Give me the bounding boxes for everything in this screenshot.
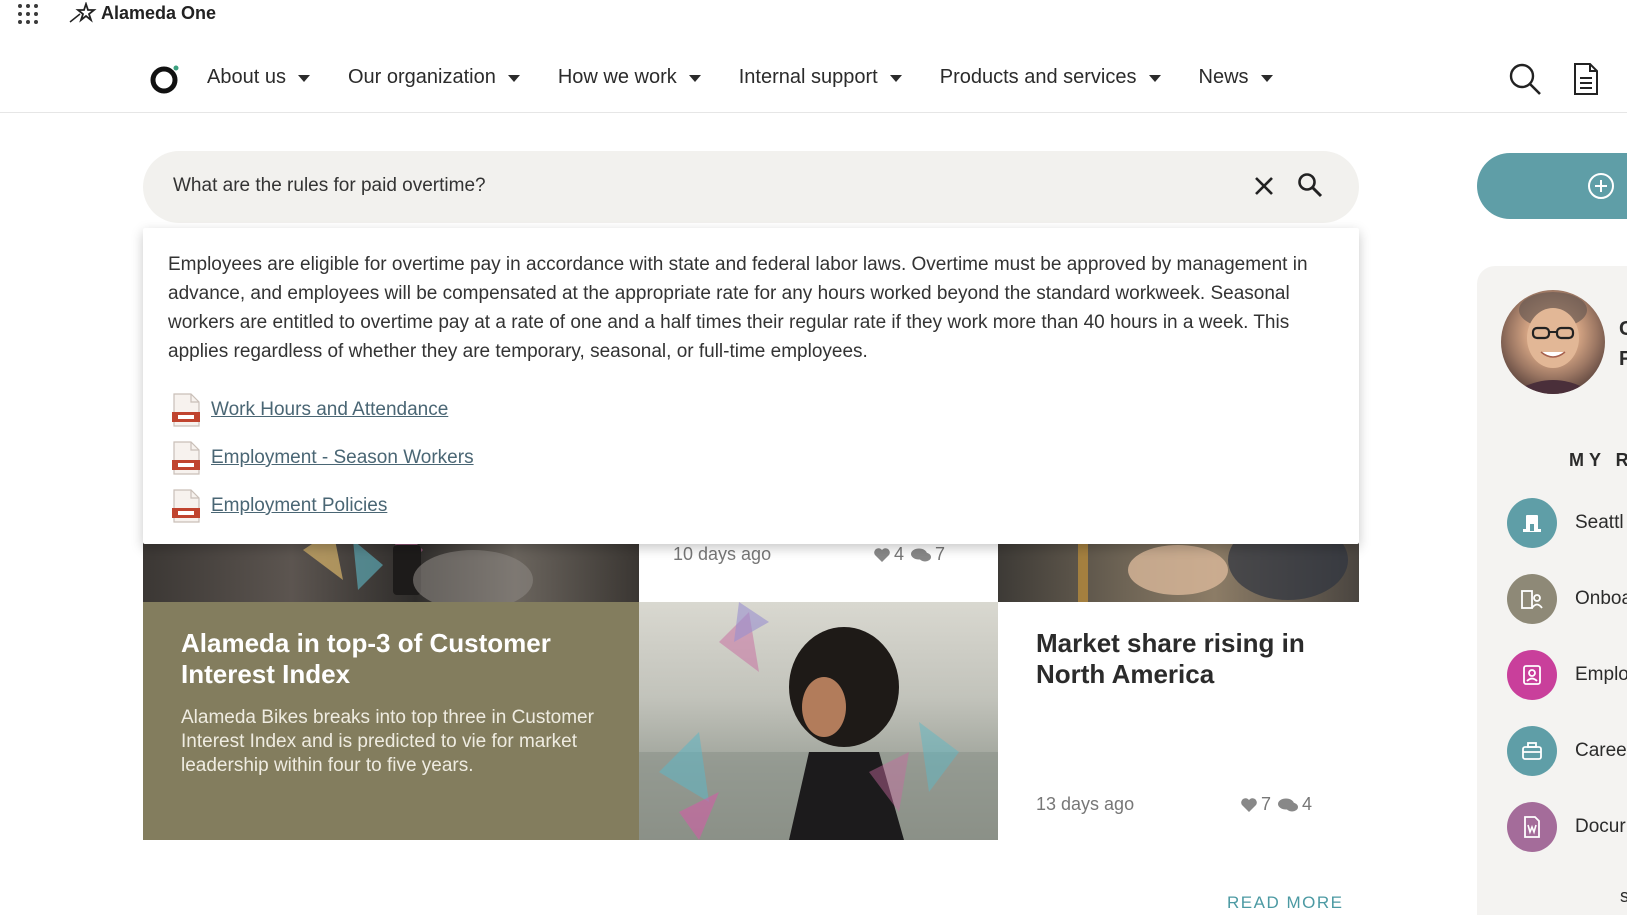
nav-news[interactable]: News — [1199, 66, 1273, 89]
like-count: 7 — [1261, 794, 1272, 814]
close-icon[interactable] — [1251, 173, 1277, 199]
news-image-woman[interactable] — [639, 602, 998, 840]
profile-name-line2: F — [1619, 348, 1627, 370]
nav-about-us[interactable]: About us — [207, 66, 310, 89]
answer-sources: Work Hours and Attendance Employment - S… — [171, 386, 474, 530]
nav-label: Products and services — [939, 66, 1137, 88]
comment-count: 7 — [935, 544, 946, 564]
caret-down-icon — [1148, 75, 1161, 82]
search-submit-icon[interactable] — [1296, 171, 1324, 199]
nav-label: Our organization — [347, 66, 496, 88]
avatar[interactable] — [1501, 290, 1605, 394]
my-resources-heading: MY R — [1569, 450, 1627, 470]
heart-icon[interactable] — [873, 547, 891, 563]
plus-circle-icon — [1588, 173, 1614, 199]
quick-link-label: Caree — [1575, 740, 1627, 761]
source-item[interactable]: Employment Policies — [171, 482, 474, 530]
search-bar[interactable]: What are the rules for paid overtime? — [143, 151, 1359, 223]
pdf-document-icon — [172, 489, 200, 523]
news-stats: 7 4 — [1234, 794, 1312, 815]
read-more-link[interactable]: READ MORE — [1227, 893, 1343, 913]
source-link-employment-policies[interactable]: Employment Policies — [211, 495, 387, 517]
nav-label: Internal support — [738, 66, 878, 88]
like-count: 4 — [894, 544, 905, 564]
news-card-summary: Alameda Bikes breaks into top three in C… — [181, 707, 594, 776]
quick-link-label: Seattl — [1575, 512, 1624, 533]
source-item[interactable]: Work Hours and Attendance — [171, 386, 474, 434]
main-navigation: About us Our organization How we work In… — [0, 50, 1627, 113]
office-people-icon — [1507, 574, 1557, 624]
app-launcher-icon[interactable] — [18, 4, 38, 24]
news-card-market-share[interactable]: Market share rising in North America 13 … — [998, 602, 1359, 840]
nav-products-and-services[interactable]: Products and services — [940, 66, 1161, 89]
brand-name: Alameda One — [101, 2, 217, 23]
quick-link-employee[interactable]: Emplo — [1507, 650, 1627, 700]
quick-link-more-fragment: s — [1620, 886, 1627, 906]
nav-how-we-work[interactable]: How we work — [558, 66, 701, 89]
source-link-season-workers[interactable]: Employment - Season Workers — [211, 447, 474, 469]
nav-label: News — [1198, 66, 1249, 88]
source-link-work-hours[interactable]: Work Hours and Attendance — [211, 399, 448, 421]
search-answer-panel: Employees are eligible for overtime pay … — [143, 228, 1359, 544]
building-icon — [1507, 498, 1557, 548]
caret-down-icon — [297, 75, 310, 82]
document-icon[interactable] — [1572, 62, 1600, 96]
top-bar: Alameda One — [0, 0, 1627, 26]
source-item[interactable]: Employment - Season Workers — [171, 434, 474, 482]
avatar-photo-graphic — [1511, 292, 1595, 394]
quick-link-documents[interactable]: Docur — [1507, 802, 1626, 852]
caret-down-icon — [1260, 75, 1273, 82]
comment-icon[interactable] — [1277, 797, 1299, 813]
profile-name-line1: C — [1619, 318, 1627, 340]
quick-link-onboarding[interactable]: Onboa — [1507, 574, 1627, 624]
nav-label: About us — [207, 66, 286, 88]
nav-internal-support[interactable]: Internal support — [739, 66, 902, 89]
caret-down-icon — [688, 75, 701, 82]
quick-link-seattle[interactable]: Seattl — [1507, 498, 1624, 548]
news-time: 10 days ago — [673, 544, 772, 564]
briefcase-icon — [1507, 726, 1557, 776]
nav-our-organization[interactable]: Our organization — [348, 66, 520, 89]
search-icon[interactable] — [1508, 62, 1542, 96]
news-card-title: Market share rising in North America — [1036, 628, 1305, 689]
quick-link-label: Docur — [1575, 816, 1626, 837]
news-stats: 4 7 — [867, 544, 945, 565]
home-logo-icon[interactable] — [150, 64, 180, 94]
caret-down-icon — [889, 75, 902, 82]
heart-icon[interactable] — [1240, 797, 1258, 813]
id-badge-icon — [1507, 650, 1557, 700]
word-document-icon — [1507, 802, 1557, 852]
news-card-customer-interest[interactable]: Alameda in top-3 of Customer Interest In… — [143, 602, 639, 840]
create-button[interactable] — [1477, 153, 1627, 219]
star-logo-icon — [69, 2, 97, 23]
brand-logo[interactable]: Alameda One — [68, 2, 216, 24]
pdf-document-icon — [172, 393, 200, 427]
answer-text: Employees are eligible for overtime pay … — [168, 254, 1308, 362]
search-input[interactable]: What are the rules for paid overtime? — [173, 175, 486, 197]
caret-down-icon — [507, 75, 520, 82]
quick-link-label: Emplo — [1575, 664, 1627, 685]
profile-panel: C F MY R Seattl Onboa Emplo Caree Docur … — [1477, 266, 1627, 915]
news-photo-graphic — [639, 602, 998, 840]
comment-count: 4 — [1302, 794, 1313, 814]
comment-icon[interactable] — [910, 547, 932, 563]
quick-link-careers[interactable]: Caree — [1507, 726, 1627, 776]
nav-label: How we work — [557, 66, 677, 88]
news-card-title: Alameda in top-3 of Customer Interest In… — [181, 628, 551, 689]
news-time: 13 days ago — [1036, 794, 1135, 814]
quick-link-label: Onboa — [1575, 588, 1627, 609]
pdf-document-icon — [172, 441, 200, 475]
